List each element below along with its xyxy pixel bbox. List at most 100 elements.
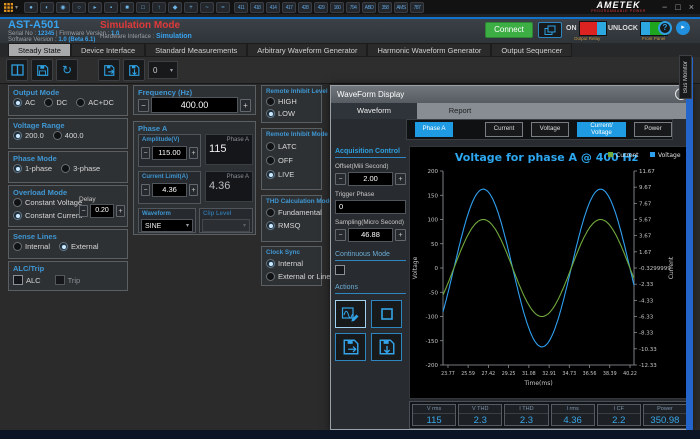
tab-arbitrary-waveform-generator[interactable]: Arbitrary Waveform Generator (247, 43, 367, 57)
option-low[interactable]: LOW (266, 109, 318, 118)
option-rmsq[interactable]: RMSQ (266, 221, 318, 230)
stop-acquisition-button[interactable] (371, 300, 402, 328)
option-constant-current[interactable]: Constant Current (13, 211, 79, 220)
topbar-badge-787[interactable]: 787 (410, 2, 424, 13)
tab-standard-measurements[interactable]: Standard Measurements (145, 43, 247, 57)
panel-icon[interactable]: ■ (120, 2, 134, 13)
topbar-badge-794[interactable]: 794 (346, 2, 360, 13)
output-relay-toggle[interactable] (579, 21, 607, 36)
tab-device-interface[interactable]: Device Interface (71, 43, 145, 57)
stop-icon[interactable]: ▪ (104, 2, 118, 13)
topbar-badge-429[interactable]: 429 (314, 2, 328, 13)
phase-button-current[interactable]: Current (485, 122, 523, 137)
export-settings-button[interactable] (98, 59, 120, 81)
current-decrement-button[interactable]: − (141, 184, 150, 196)
amplitude-increment-button[interactable]: + (189, 147, 198, 159)
approx-icon[interactable]: ≈ (216, 2, 230, 13)
current-limit-value[interactable]: 4.36 (152, 183, 187, 197)
option-external[interactable]: External (59, 242, 99, 251)
option-dc[interactable]: DC (44, 98, 67, 107)
minimize-button[interactable]: − (662, 1, 667, 13)
option-ac-dc[interactable]: AC+DC (76, 98, 114, 107)
import-settings-button[interactable] (123, 59, 145, 81)
tab-waveform[interactable]: Waveform (331, 103, 417, 119)
topbar-badge-411[interactable]: 411 (234, 2, 248, 13)
phase-button-voltage[interactable]: Voltage (531, 122, 569, 137)
connect-button[interactable]: Connect (485, 22, 533, 38)
sampling-value[interactable]: 46.88 (348, 228, 393, 242)
play-icon[interactable]: ▸ (88, 2, 102, 13)
restore-button[interactable]: □ (675, 1, 680, 13)
refresh-button[interactable]: ↻ (56, 59, 78, 81)
delay-decrement-button[interactable]: − (79, 205, 88, 217)
preset-dropdown[interactable]: 0 ▾ (148, 61, 178, 79)
topbar-badge-418[interactable]: 418 (250, 2, 264, 13)
tab-report[interactable]: Report (417, 103, 503, 119)
split-view-button[interactable] (6, 59, 28, 81)
alc-checkbox[interactable]: ALC (13, 275, 41, 285)
topbar-badge-414[interactable]: 414 (266, 2, 280, 13)
plus-icon[interactable]: + (184, 2, 198, 13)
diamond-icon[interactable]: ◆ (168, 2, 182, 13)
option-live[interactable]: LIVE (266, 170, 318, 179)
topbar-badge-417[interactable]: 417 (282, 2, 296, 13)
frequency-increment-button[interactable]: + (240, 99, 251, 112)
record-icon[interactable]: ◉ (56, 2, 70, 13)
contrast-icon[interactable]: ◐ (40, 2, 54, 13)
popout-window-button[interactable] (538, 22, 562, 38)
sampling-decrement-button[interactable]: − (335, 229, 346, 241)
save-waveform-button[interactable] (371, 333, 402, 361)
caret-down-icon[interactable]: ▾ (15, 4, 18, 11)
frequency-decrement-button[interactable]: − (138, 99, 149, 112)
save-settings-button[interactable] (31, 59, 53, 81)
trigger-phase-input[interactable]: 0 (335, 200, 406, 214)
option-constant-voltage[interactable]: Constant Voltage (13, 198, 79, 207)
option-1-phase[interactable]: 1-phase (13, 164, 52, 173)
offset-value[interactable]: 2.00 (348, 172, 393, 186)
delay-increment-button[interactable]: + (116, 205, 125, 217)
delay-value[interactable]: 0.20 (90, 204, 114, 218)
phase-button-current-voltage[interactable]: Current/ Voltage (577, 122, 626, 137)
offset-decrement-button[interactable]: − (335, 173, 346, 185)
sampling-increment-button[interactable]: + (395, 229, 406, 241)
topbar-badge-160[interactable]: 160 (330, 2, 344, 13)
topbar-badge-358[interactable]: 358 (378, 2, 392, 13)
circle-icon[interactable]: ● (24, 2, 38, 13)
current-increment-button[interactable]: + (189, 184, 198, 196)
topbar-badge-abd[interactable]: ABD (362, 2, 376, 13)
help-button[interactable]: ? (658, 21, 672, 35)
phase-button-power[interactable]: Power (634, 122, 672, 137)
option-ac[interactable]: AC (13, 98, 35, 107)
option-400-0[interactable]: 400.0 (53, 131, 84, 140)
continuous-mode-checkbox[interactable] (335, 265, 345, 275)
app-grid-icon[interactable] (3, 2, 13, 12)
tab-harmonic-waveform-generator[interactable]: Harmonic Waveform Generator (367, 43, 491, 57)
tab-steady-state[interactable]: Steady State (8, 43, 71, 57)
phase-button-phase-a[interactable]: Phase A (415, 122, 453, 137)
offset-increment-button[interactable]: + (395, 173, 406, 185)
topbar-badge-ams[interactable]: AMS (394, 2, 408, 13)
trip-checkbox[interactable]: Trip (55, 275, 81, 285)
option-fundamental[interactable]: Fundamental (266, 208, 318, 217)
close-button[interactable]: × (689, 1, 694, 13)
amplitude-value[interactable]: 115.00 (152, 146, 187, 160)
option-internal[interactable]: Internal (13, 242, 50, 251)
window-icon[interactable]: □ (136, 2, 150, 13)
target-icon[interactable]: ○ (72, 2, 86, 13)
acquire-waveform-button[interactable] (335, 300, 366, 328)
option-off[interactable]: OFF (266, 156, 318, 165)
export-waveform-button[interactable] (335, 333, 366, 361)
bus-monitor-tab[interactable]: Bus Monitor (679, 55, 692, 99)
waveform-dropdown[interactable]: SINE ▾ (141, 219, 193, 232)
option-external-or-line[interactable]: External or Line (266, 272, 318, 281)
option-200-0[interactable]: 200.0 (13, 131, 44, 140)
option-3-phase[interactable]: 3-phase (61, 164, 100, 173)
upload-icon[interactable]: ↑ (152, 2, 166, 13)
amplitude-decrement-button[interactable]: − (141, 147, 150, 159)
topbar-badge-428[interactable]: 428 (298, 2, 312, 13)
option-internal[interactable]: Internal (266, 259, 318, 268)
option-latc[interactable]: LATC (266, 142, 318, 151)
tab-output-sequencer[interactable]: Output Sequencer (491, 43, 572, 57)
info-button[interactable]: ▸ (676, 21, 690, 35)
wave-icon[interactable]: ~ (200, 2, 214, 13)
